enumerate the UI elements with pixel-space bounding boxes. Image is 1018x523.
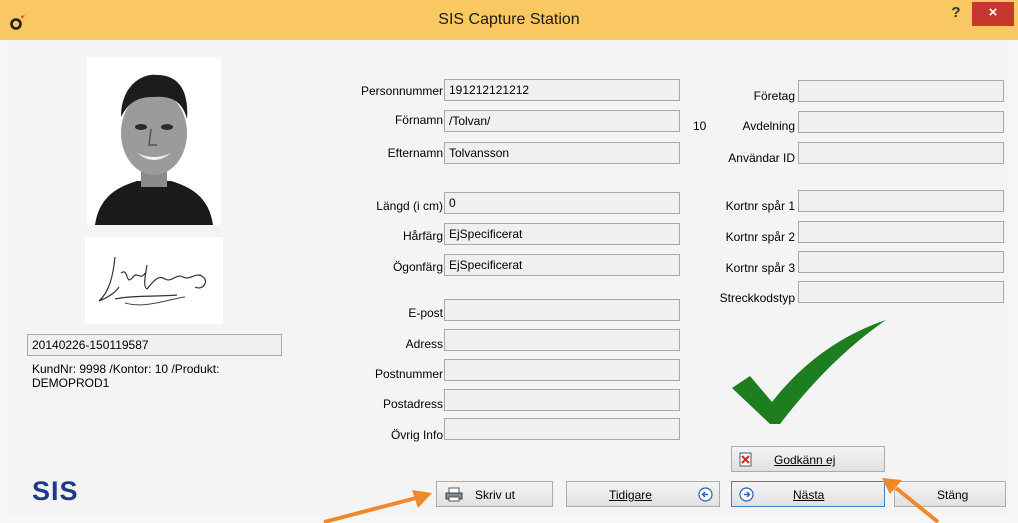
harfarg-field[interactable]: EjSpecificerat — [444, 223, 680, 245]
portrait-photo — [87, 57, 221, 225]
kortnr2-field[interactable] — [798, 221, 1004, 243]
title-bar: SIS Capture Station ? × — [0, 0, 1018, 40]
kortnr3-field[interactable] — [798, 251, 1004, 273]
personnummer-field[interactable]: 191212121212 — [444, 79, 680, 101]
customer-info-line1: KundNr: 9998 /Kontor: 10 /Produkt: — [32, 362, 220, 376]
print-button-label: Skriv ut — [475, 488, 516, 502]
avdelning-label: Avdelning — [742, 119, 796, 133]
reject-document-icon — [739, 452, 752, 467]
pointer-arrow-icon — [882, 478, 940, 523]
epost-label: E-post — [408, 306, 443, 320]
ovrig-info-field[interactable] — [444, 418, 680, 440]
ovrig-info-label: Övrig Info — [390, 428, 443, 442]
streckkodstyp-field[interactable] — [798, 281, 1004, 303]
efternamn-field[interactable]: Tolvansson — [444, 142, 680, 164]
arrow-right-icon — [739, 487, 754, 502]
kortnr1-field[interactable] — [798, 190, 1004, 212]
help-button[interactable]: ? — [944, 4, 968, 24]
postadress-field[interactable] — [444, 389, 680, 411]
langd-label: Längd (i cm) — [376, 199, 443, 213]
pointer-arrow-icon — [323, 490, 432, 523]
avdelning-value: 10 — [693, 119, 707, 133]
harfarg-label: Hårfärg — [402, 229, 443, 243]
printer-icon — [445, 487, 463, 502]
anvandar-id-label: Användar ID — [728, 151, 795, 165]
previous-button-label: Tidigare — [609, 488, 652, 502]
next-button-label: Nästa — [793, 488, 825, 502]
postnummer-label: Postnummer — [374, 367, 443, 381]
efternamn-label: Efternamn — [387, 146, 443, 160]
print-button[interactable]: Skriv ut — [436, 481, 553, 507]
next-button[interactable]: Nästa — [731, 481, 885, 507]
fornamn-field[interactable]: /Tolvan/ — [444, 110, 680, 132]
close-button[interactable]: × — [972, 2, 1014, 26]
kortnr3-label: Kortnr spår 3 — [725, 261, 795, 275]
foretag-label: Företag — [753, 89, 795, 103]
adress-label: Adress — [405, 337, 443, 351]
avdelning-field[interactable] — [798, 111, 1004, 133]
capture-id-field: 20140226-150119587 — [27, 334, 282, 356]
adress-field[interactable] — [444, 329, 680, 351]
anvandar-id-field[interactable] — [798, 142, 1004, 164]
personnummer-label: Personnummer — [360, 84, 443, 98]
arrow-left-icon — [698, 487, 713, 502]
reject-button[interactable]: Godkänn ej — [731, 446, 885, 472]
ogonfarg-field[interactable]: EjSpecificerat — [444, 254, 680, 276]
postnummer-field[interactable] — [444, 359, 680, 381]
signature-image — [85, 237, 223, 324]
fornamn-label: Förnamn — [394, 113, 443, 127]
streckkodstyp-label: Streckkodstyp — [719, 291, 795, 305]
kortnr1-label: Kortnr spår 1 — [725, 199, 795, 213]
langd-field[interactable]: 0 — [444, 192, 680, 214]
kortnr2-label: Kortnr spår 2 — [725, 230, 795, 244]
epost-field[interactable] — [444, 299, 680, 321]
foretag-field[interactable] — [798, 80, 1004, 102]
checkmark-icon — [732, 320, 886, 424]
postadress-label: Postadress — [382, 397, 443, 411]
reject-button-label: Godkänn ej — [774, 453, 836, 467]
customer-info-line2: DEMOPROD1 — [32, 376, 110, 390]
ogonfarg-label: Ögonfärg — [392, 260, 443, 274]
sis-logo: SIS — [32, 476, 79, 506]
window-title: SIS Capture Station — [438, 11, 580, 28]
previous-button[interactable]: Tidigare — [566, 481, 720, 507]
